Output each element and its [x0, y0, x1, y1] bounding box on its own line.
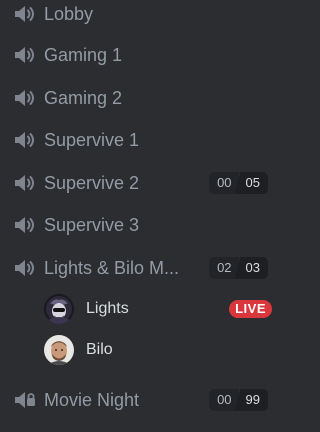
voice-user-lights[interactable]: Lights LIVE [44, 292, 274, 326]
channel-name: Supervive 1 [44, 129, 140, 150]
voice-channel-lobby[interactable]: Lobby [8, 0, 274, 31]
channel-name: Lights & Bilo M... [44, 257, 180, 278]
channel-name: Gaming 1 [44, 44, 123, 65]
voice-channel-supervive-3[interactable]: Supervive 3 [8, 208, 274, 242]
user-name: Bilo [86, 341, 113, 358]
channel-name: Supervive 3 [44, 214, 140, 235]
speaker-icon [12, 3, 38, 25]
user-limit-badge: 00 99 [209, 389, 268, 411]
live-badge: LIVE [229, 300, 272, 318]
channel-name: Supervive 2 [44, 172, 140, 193]
user-count: 00 [209, 389, 239, 411]
speaker-lock-icon [12, 389, 38, 411]
speaker-icon [12, 172, 38, 194]
voice-channel-supervive-2[interactable]: Supervive 2 00 05 [8, 166, 274, 200]
channel-name: Lobby [44, 3, 94, 24]
user-limit-badge: 02 03 [209, 257, 268, 279]
user-name: Lights [86, 300, 129, 317]
speaker-icon [12, 87, 38, 109]
speaker-icon [12, 129, 38, 151]
user-count: 00 [209, 172, 239, 194]
speaker-icon [12, 257, 38, 279]
voice-channel-movie-night[interactable]: Movie Night 00 99 [8, 383, 274, 417]
speaker-icon [12, 214, 38, 236]
channel-name: Movie Night [44, 389, 140, 410]
user-limit: 99 [234, 389, 268, 411]
user-count: 02 [209, 257, 239, 279]
channel-name: Gaming 2 [44, 87, 123, 108]
avatar [44, 294, 74, 324]
voice-channel-gaming-1[interactable]: Gaming 1 [8, 38, 274, 72]
user-limit: 03 [234, 257, 268, 279]
avatar [44, 335, 74, 365]
voice-channel-gaming-2[interactable]: Gaming 2 [8, 81, 274, 115]
user-limit: 05 [234, 172, 268, 194]
voice-user-bilo[interactable]: Bilo [44, 333, 274, 367]
speaker-icon [12, 44, 38, 66]
user-limit-badge: 00 05 [209, 172, 268, 194]
voice-channel-supervive-1[interactable]: Supervive 1 [8, 123, 274, 157]
voice-channel-lights-bilo[interactable]: Lights & Bilo M... 02 03 [8, 251, 274, 285]
